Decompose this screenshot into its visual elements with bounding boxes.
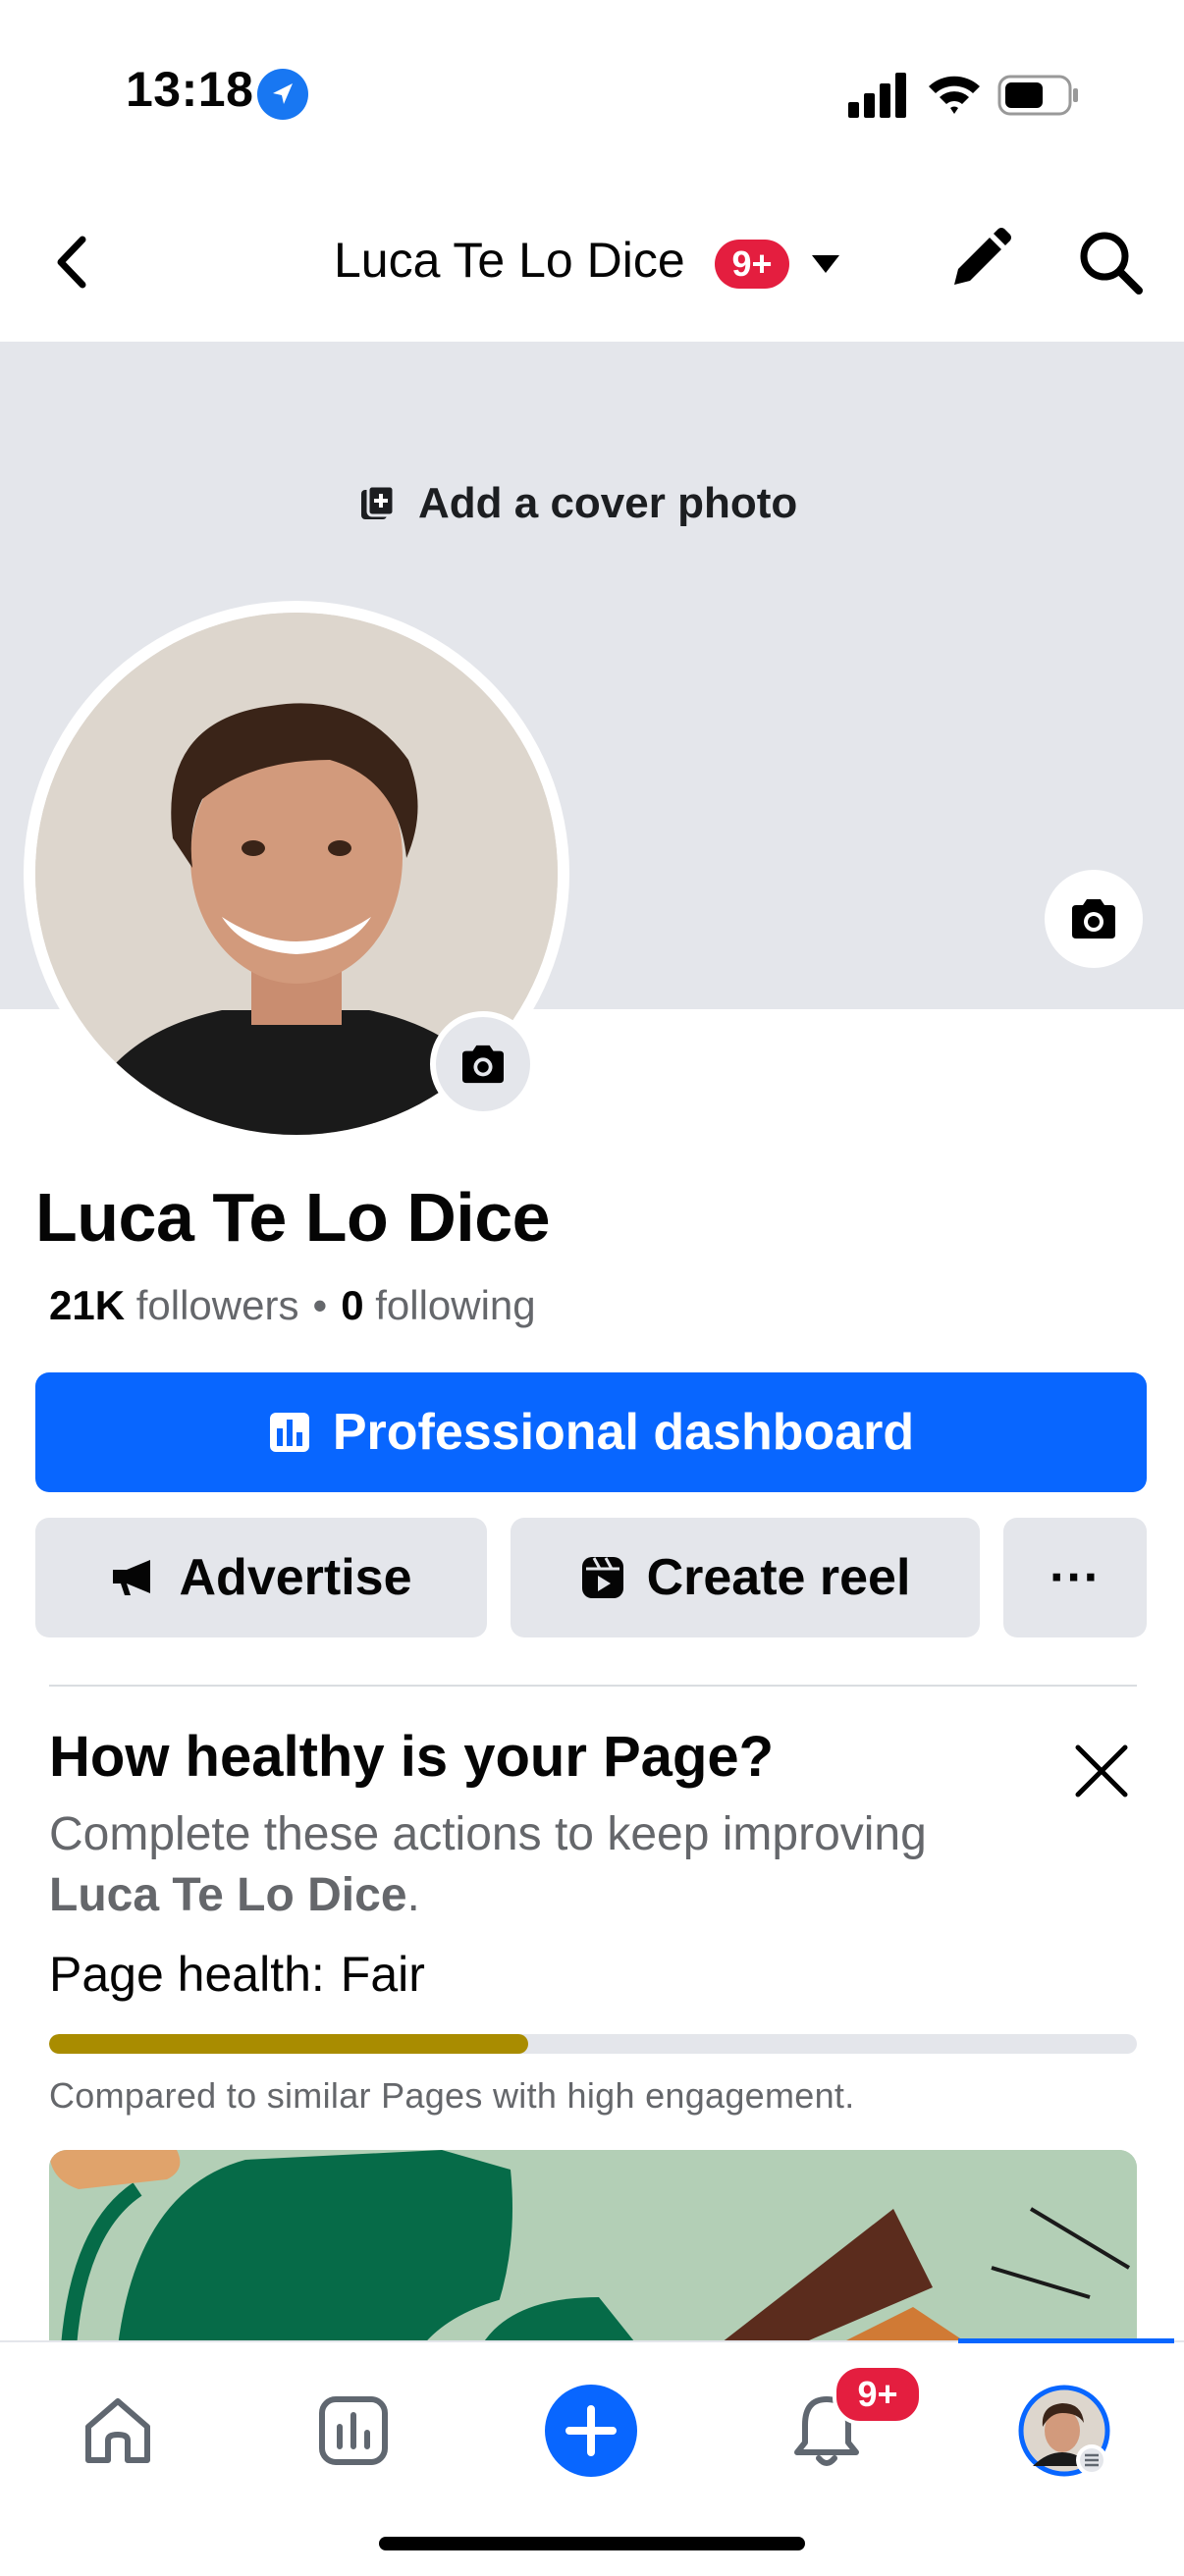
insights-icon	[319, 2396, 388, 2465]
back-chevron-icon	[57, 236, 86, 289]
search-icon	[1080, 232, 1143, 295]
location-arrow-icon	[257, 69, 308, 120]
caret-down-icon	[812, 255, 839, 273]
nav-insights[interactable]	[295, 2372, 412, 2490]
followers-link[interactable]: 21K followers	[49, 1282, 298, 1329]
megaphone-icon	[112, 1560, 150, 1595]
add-photo-icon	[361, 484, 396, 519]
active-tab-indicator	[958, 2338, 1174, 2343]
reel-icon	[581, 1557, 623, 1598]
edit-button[interactable]	[944, 224, 1015, 295]
followers-count: 21K	[49, 1282, 126, 1328]
pencil-icon	[954, 228, 1011, 285]
following-link[interactable]: 0 following	[341, 1282, 535, 1329]
advertise-button[interactable]: Advertise	[35, 1518, 487, 1637]
more-dots-icon: ···	[1049, 1549, 1101, 1606]
followers-label: followers	[135, 1282, 299, 1328]
home-indicator	[379, 2537, 805, 2550]
health-card-title: How healthy is your Page?	[49, 1725, 775, 1789]
profile-avatar	[1018, 2385, 1110, 2477]
back-button[interactable]	[47, 228, 96, 296]
edit-cover-camera-button[interactable]	[1041, 866, 1147, 972]
create-reel-label: Create reel	[646, 1549, 911, 1606]
profile-name: Luca Te Lo Dice	[35, 1179, 551, 1256]
nav-home[interactable]	[59, 2372, 177, 2490]
page-health-value: Fair	[340, 1947, 425, 2002]
professional-dashboard-button[interactable]: Professional dashboard	[35, 1372, 1147, 1492]
search-button[interactable]	[1076, 228, 1145, 296]
nav-create[interactable]	[532, 2372, 650, 2490]
nav-profile[interactable]	[1005, 2372, 1123, 2490]
edit-profile-photo-button[interactable]	[430, 1011, 536, 1117]
page-health-status: Page health: Fair	[49, 1946, 425, 2003]
professional-dashboard-label: Professional dashboard	[332, 1404, 915, 1461]
nav-notification-badge: 9+	[833, 2364, 923, 2425]
create-plus-icon	[545, 2385, 637, 2477]
add-cover-label: Add a cover photo	[418, 479, 798, 527]
wifi-icon	[927, 71, 982, 116]
dismiss-health-card-button[interactable]	[1070, 1740, 1133, 1802]
dashboard-chart-icon	[269, 1413, 309, 1452]
camera-icon	[1072, 899, 1115, 939]
health-subtitle-page: Luca Te Lo Dice	[49, 1869, 407, 1921]
health-progress-bar	[49, 2034, 1137, 2054]
health-subtitle-text: Complete these actions to keep improving	[49, 1808, 927, 1860]
camera-icon	[462, 1045, 504, 1084]
page-health-label: Page health:	[49, 1947, 325, 2002]
follow-counts: 21K followers • 0 following	[49, 1282, 536, 1329]
health-subtitle-end: .	[406, 1869, 420, 1921]
status-time: 13:18	[126, 62, 254, 117]
add-cover-photo-button[interactable]: Add a cover photo	[359, 479, 797, 528]
header-notification-badge: 9+	[715, 240, 789, 289]
health-progress-fill	[49, 2034, 528, 2054]
advertise-label: Advertise	[179, 1549, 412, 1606]
counts-separator: •	[312, 1282, 328, 1328]
home-icon	[85, 2398, 150, 2463]
following-count: 0	[341, 1282, 364, 1328]
header-page-name[interactable]: Luca Te Lo Dice	[334, 232, 685, 289]
health-illustration	[49, 2150, 1137, 2346]
cellular-signal-icon	[848, 73, 907, 118]
health-card-subtitle: Complete these actions to keep improving…	[49, 1804, 1050, 1926]
close-icon	[1075, 1744, 1128, 1798]
create-reel-button[interactable]: Create reel	[511, 1518, 980, 1637]
more-options-button[interactable]: ···	[1003, 1518, 1147, 1637]
battery-icon	[997, 75, 1080, 116]
compared-note: Compared to similar Pages with high enga…	[49, 2075, 855, 2116]
page-switcher-caret[interactable]	[809, 251, 842, 277]
following-label: following	[375, 1282, 536, 1328]
section-divider	[49, 1685, 1137, 1687]
